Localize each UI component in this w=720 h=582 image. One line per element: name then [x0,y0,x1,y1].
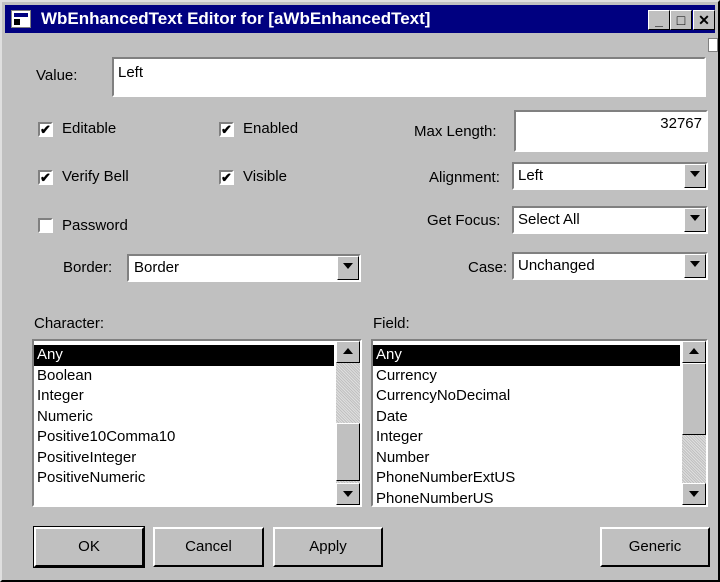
border-select-value: Border [134,259,180,276]
password-check-box [38,218,53,233]
apply-button-label: Apply [309,538,347,555]
cancel-button-label: Cancel [185,538,232,555]
list-item[interactable]: Any [34,345,334,366]
resize-grip[interactable] [708,38,718,52]
border-label: Border: [63,259,113,276]
border-dropdown-button[interactable] [337,256,359,280]
enabled-label: Enabled [243,120,299,137]
chevron-down-icon [690,171,700,177]
list-item[interactable]: Currency [373,366,680,387]
scroll-thumb[interactable] [336,423,360,481]
editable-check-icon: ✔ [38,122,53,137]
alignment-dropdown-button[interactable] [684,164,706,188]
editor-window: WbEnhancedText Editor for [aWbEnhancedTe… [0,0,720,582]
list-item[interactable]: Numeric [34,407,334,428]
value-input-text: Left [118,64,144,81]
list-item[interactable]: Integer [34,386,334,407]
case-select-value: Unchanged [518,257,595,274]
alignment-select[interactable]: Left [512,162,708,190]
apply-button[interactable]: Apply [273,527,383,567]
list-item[interactable]: Integer [373,427,680,448]
list-item[interactable]: CurrencyNoDecimal [373,386,680,407]
visible-check-icon: ✔ [219,170,234,185]
editable-label: Editable [62,120,117,137]
case-label: Case: [468,259,508,276]
scroll-up-button[interactable] [336,341,360,363]
get-focus-select-value: Select All [518,211,580,228]
value-input[interactable]: Left [112,57,706,97]
max-length-input[interactable]: 32767 [514,110,708,152]
ok-button[interactable]: OK [33,526,145,568]
alignment-label: Alignment: [429,169,500,186]
chevron-down-icon [689,491,699,497]
border-select[interactable]: Border [127,254,361,282]
field-label: Field: [373,315,410,332]
scroll-down-button[interactable] [336,483,360,505]
get-focus-label: Get Focus: [427,212,501,229]
chevron-up-icon [689,348,699,354]
scroll-down-button[interactable] [682,483,706,505]
field-listbox[interactable]: Any Currency CurrencyNoDecimal Date Integer N… [371,339,708,507]
list-item[interactable]: Positive10Comma10 [34,427,334,448]
maximize-icon: □ [676,12,686,28]
character-scrollbar[interactable] [336,341,360,505]
character-label: Character: [34,315,105,332]
max-length-label: Max Length: [414,123,497,140]
verify-bell-check-icon: ✔ [38,170,53,185]
minimize-button[interactable]: _ [648,10,670,30]
chevron-down-icon [343,491,353,497]
list-item[interactable]: PositiveNumeric [34,468,334,489]
character-listbox[interactable]: Any Boolean Integer Numeric Positive10Comma1… [32,339,362,507]
list-item[interactable]: Date [373,407,680,428]
list-item[interactable]: PositiveInteger [34,448,334,469]
scroll-up-button[interactable] [682,341,706,363]
scroll-thumb[interactable] [682,363,706,435]
generic-button[interactable]: Generic [600,527,710,567]
field-scrollbar[interactable] [682,341,706,505]
generic-button-label: Generic [628,538,682,555]
list-item[interactable]: Boolean [34,366,334,387]
list-item[interactable]: PhoneNumberExtUS [373,468,680,489]
maximize-button[interactable]: □ [670,10,692,30]
list-item[interactable]: PhoneNumberUS [373,489,680,506]
window-title: WbEnhancedText Editor for [aWbEnhancedTe… [41,9,431,28]
chevron-up-icon [343,348,353,354]
system-menu-icon[interactable] [11,10,31,28]
chevron-down-icon [690,261,700,267]
verify-bell-label: Verify Bell [62,168,129,185]
close-icon: ✕ [698,12,710,28]
title-bar[interactable]: WbEnhancedText Editor for [aWbEnhancedTe… [5,5,715,33]
password-label: Password [62,217,128,234]
minimize-icon: _ [655,12,663,28]
visible-label: Visible [243,168,287,185]
case-dropdown-button[interactable] [684,254,706,278]
close-button[interactable]: ✕ [693,10,715,30]
enabled-check-icon: ✔ [219,122,234,137]
get-focus-dropdown-button[interactable] [684,208,706,232]
list-item[interactable]: Number [373,448,680,469]
alignment-select-value: Left [518,167,544,184]
max-length-value: 32767 [660,115,702,132]
get-focus-select[interactable]: Select All [512,206,708,234]
cancel-button[interactable]: Cancel [153,527,264,567]
ok-button-label: OK [78,538,100,555]
chevron-down-icon [343,263,353,269]
list-item[interactable]: Any [373,345,680,366]
scroll-track[interactable] [682,435,706,483]
case-select[interactable]: Unchanged [512,252,708,280]
value-label: Value: [36,67,78,84]
chevron-down-icon [690,215,700,221]
